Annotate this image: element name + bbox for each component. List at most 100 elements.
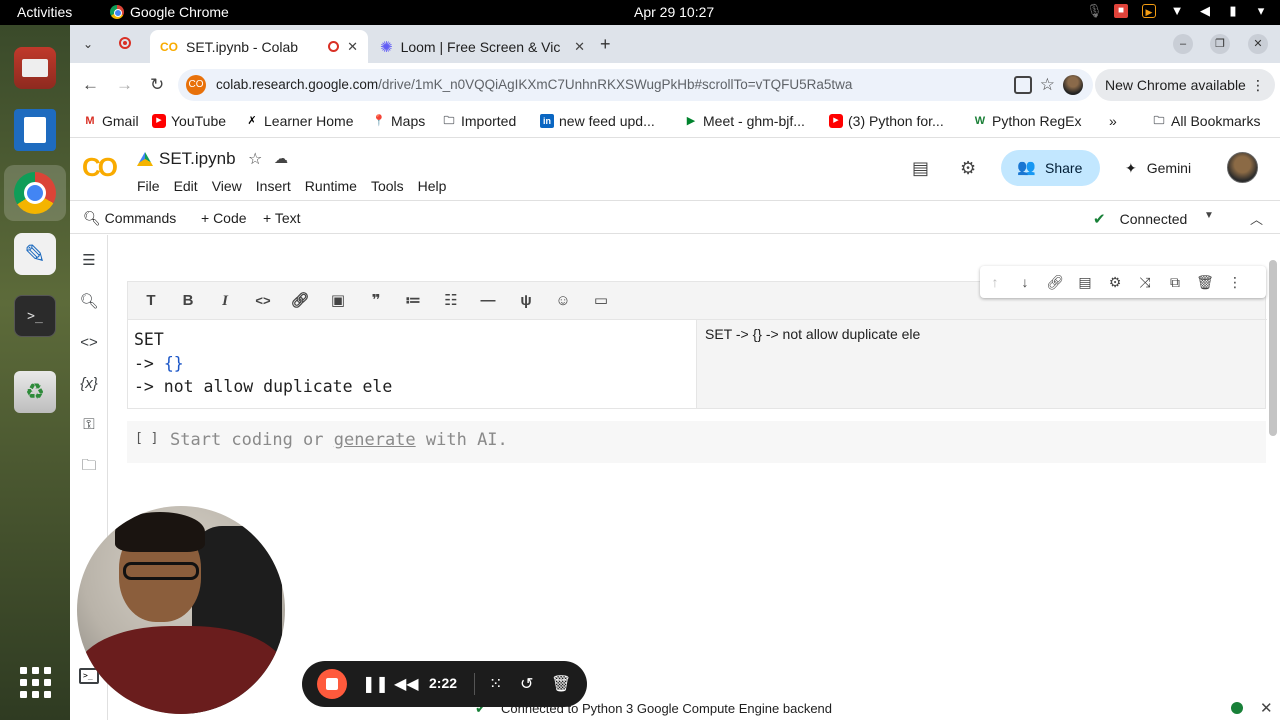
code-snippets-icon[interactable]: <> <box>79 333 99 353</box>
add-text-button[interactable]: + Text <box>263 210 301 226</box>
horizontal-rule-icon[interactable]: — <box>478 291 498 311</box>
new-chrome-available-button[interactable]: New Chrome available ⋮ <box>1095 69 1275 101</box>
restore-icon[interactable]: ❐ <box>1210 34 1230 54</box>
minimize-icon[interactable]: – <box>1173 34 1193 54</box>
move-up-icon[interactable]: ↑ <box>986 273 1004 291</box>
bookmark-python-for[interactable]: ▶ (3) Python for... <box>829 113 944 129</box>
chrome-menu-icon[interactable]: ⋮ <box>1251 69 1265 101</box>
cloud-save-icon[interactable]: ☁ <box>274 150 288 167</box>
copy-cell-icon[interactable]: ⧉ <box>1166 273 1184 291</box>
power-menu-icon[interactable]: ▾ <box>1254 4 1268 18</box>
files-folder-icon[interactable]: 🗀 <box>79 456 99 476</box>
clock[interactable]: Apr 29 10:27 <box>634 4 714 20</box>
bookmark-learner-home[interactable]: ✗ Learner Home <box>245 113 353 129</box>
comment-icon[interactable]: ▤ <box>1076 273 1094 291</box>
system-tray[interactable]: 🎙 ■ ▶ ▼ ◀ ▮ ▾ <box>1086 4 1268 18</box>
table-of-contents-icon[interactable]: ☰ <box>79 251 99 271</box>
menu-insert[interactable]: Insert <box>256 178 291 194</box>
bookmark-youtube[interactable]: ▶ YouTube <box>152 113 226 129</box>
preview-layout-icon[interactable]: ▭ <box>591 291 611 311</box>
latex-psi-icon[interactable]: ψ <box>516 291 536 311</box>
menu-file[interactable]: File <box>137 178 160 194</box>
app-menu[interactable]: Google Chrome <box>110 4 229 20</box>
link-icon[interactable]: 🔗︎ <box>290 291 310 311</box>
close-status-icon[interactable]: ✕ <box>1260 699 1273 717</box>
emoji-icon[interactable]: ☺ <box>553 291 573 311</box>
cell-link-icon[interactable]: 🔗︎ <box>1046 273 1064 291</box>
profile-avatar[interactable] <box>1063 75 1083 95</box>
menu-help[interactable]: Help <box>418 178 447 194</box>
back-icon[interactable]: ← <box>82 75 99 95</box>
delete-recording-icon[interactable]: 🗑︎ <box>551 674 571 694</box>
find-replace-icon[interactable]: 🔍︎ <box>79 292 99 312</box>
italic-icon[interactable]: I <box>215 291 235 311</box>
tab-search-icon[interactable]: ⌄ <box>78 34 98 54</box>
star-notebook-icon[interactable]: ☆ <box>248 149 262 169</box>
rewind-icon[interactable]: ◀◀ <box>394 674 419 694</box>
all-bookmarks[interactable]: 🗀 All Bookmarks <box>1152 113 1261 129</box>
close-window-icon[interactable]: ✕ <box>1248 34 1268 54</box>
site-info-icon[interactable]: CO <box>186 75 206 95</box>
menu-edit[interactable]: Edit <box>174 178 198 194</box>
text-cell[interactable]: T B I <> 🔗︎ ▣ ❞ ≔ ☷ — ψ ☺ ▭ SET -> {} ->… <box>127 281 1267 409</box>
chevron-down-icon[interactable]: ▼ <box>1204 210 1214 221</box>
notebook-title[interactable]: SET.ipynb <box>159 149 236 169</box>
terminal-app-icon[interactable]: >_ <box>14 295 56 337</box>
mirror-cell-icon[interactable]: ⤨ <box>1136 273 1154 291</box>
delete-cell-icon[interactable]: 🗑︎ <box>1196 273 1214 291</box>
runtime-status-button[interactable]: ✔ Connected <box>1093 210 1187 228</box>
markdown-editor[interactable]: SET -> {} -> not allow duplicate ele <box>128 320 697 408</box>
image-icon[interactable]: ▣ <box>328 291 348 311</box>
forward-icon[interactable]: → <box>116 75 133 95</box>
commands-button[interactable]: 🔍︎ Commands <box>83 210 176 227</box>
battery-icon[interactable]: ▮ <box>1226 4 1240 18</box>
loom-webcam-bubble[interactable] <box>77 506 285 714</box>
bookmark-gmail[interactable]: M Gmail <box>83 113 138 129</box>
bookmarks-overflow-icon[interactable]: » <box>1109 113 1117 129</box>
variables-icon[interactable]: {x} <box>79 374 99 394</box>
bold-icon[interactable]: B <box>178 291 198 311</box>
numbered-list-icon[interactable]: ≔ <box>403 291 423 311</box>
menu-view[interactable]: View <box>212 178 242 194</box>
bookmark-star-icon[interactable]: ☆ <box>1040 75 1055 95</box>
new-tab-button[interactable]: + <box>600 34 611 55</box>
chrome-app-icon[interactable] <box>14 172 56 214</box>
bookmark-linkedin[interactable]: in new feed upd... <box>540 113 655 129</box>
bookmark-imported[interactable]: 🗀 Imported <box>442 113 517 129</box>
activities-button[interactable]: Activities <box>17 4 72 20</box>
microphone-icon[interactable]: 🎙 <box>1086 4 1103 18</box>
volume-icon[interactable]: ◀ <box>1198 4 1212 18</box>
run-cell-button[interactable]: [ ] <box>135 431 158 446</box>
more-options-icon[interactable]: ⋮ <box>1226 273 1244 291</box>
code-cell[interactable]: [ ] Start coding or generate with AI. <box>127 421 1266 463</box>
wifi-icon[interactable]: ▼ <box>1170 4 1184 18</box>
gemini-button[interactable]: ✦ Gemini <box>1125 160 1191 177</box>
writer-app-icon[interactable] <box>14 109 56 151</box>
account-avatar[interactable] <box>1227 152 1258 183</box>
code-placeholder[interactable]: Start coding or generate with AI. <box>170 430 508 450</box>
generate-link[interactable]: generate <box>334 430 416 450</box>
comments-icon[interactable]: ▤ <box>912 158 929 179</box>
chevron-up-icon[interactable]: ︿ <box>1250 209 1263 228</box>
secrets-key-icon[interactable]: ⚿ <box>79 415 99 435</box>
screen-share-icon[interactable]: ▶ <box>1142 4 1156 18</box>
cell-settings-icon[interactable]: ⚙ <box>1106 273 1124 291</box>
bookmark-python-regex[interactable]: W Python RegEx <box>973 113 1082 129</box>
text-editor-app-icon[interactable] <box>14 233 56 275</box>
restart-icon[interactable]: ↺ <box>520 674 533 694</box>
extensions-icon[interactable] <box>1014 76 1032 94</box>
drag-handle-icon[interactable]: ⁙ <box>489 674 502 694</box>
screencast-icon[interactable]: ■ <box>1114 4 1128 18</box>
drive-icon[interactable] <box>137 152 153 166</box>
blockquote-icon[interactable]: ❞ <box>366 291 386 311</box>
scrollbar[interactable] <box>1269 260 1277 436</box>
heading-icon[interactable]: T <box>141 291 161 311</box>
menu-runtime[interactable]: Runtime <box>305 178 357 194</box>
tab-colab[interactable]: CO SET.ipynb - Colab ✕ <box>150 30 368 63</box>
add-code-button[interactable]: + Code <box>201 210 247 226</box>
files-app-icon[interactable] <box>14 47 56 89</box>
menu-tools[interactable]: Tools <box>371 178 404 194</box>
show-apps-icon[interactable] <box>14 661 56 703</box>
address-bar[interactable]: CO colab.research.google.com/drive/1mK_n… <box>178 69 1093 101</box>
tab-loom[interactable]: ✺ Loom | Free Screen & Vic ✕ <box>370 30 595 63</box>
